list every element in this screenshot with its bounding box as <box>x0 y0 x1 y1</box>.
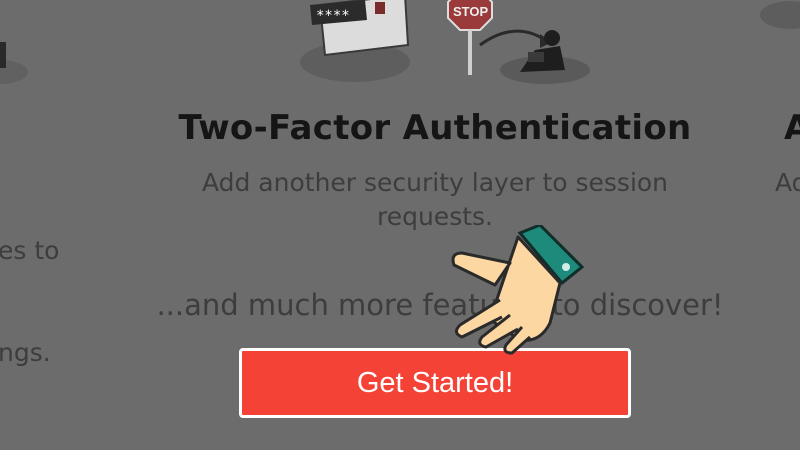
previous-feature-line: es to <box>0 236 60 265</box>
get-started-label: Get Started! <box>356 366 514 399</box>
onboarding-screen: **** STOP es to ngs. Two-Factor Authenti… <box>0 0 800 450</box>
right-feature-illustration <box>760 1 800 29</box>
next-feature-description: Ad <box>775 168 800 197</box>
next-feature-title: A <box>784 108 800 148</box>
stop-sign-text: STOP <box>453 4 488 19</box>
previous-feature-description: es to ngs. <box>0 166 59 438</box>
feature-description: Add another security layer to session re… <box>201 168 669 231</box>
left-feature-illustration <box>0 42 28 84</box>
password-mask-text: **** <box>316 8 350 24</box>
two-factor-illustration: **** STOP <box>300 0 590 84</box>
pointing-hand-icon <box>451 225 585 355</box>
get-started-button[interactable]: Get Started! <box>239 348 631 418</box>
previous-feature-line: ngs. <box>0 338 51 367</box>
feature-title: Two-Factor Authentication <box>178 108 692 148</box>
